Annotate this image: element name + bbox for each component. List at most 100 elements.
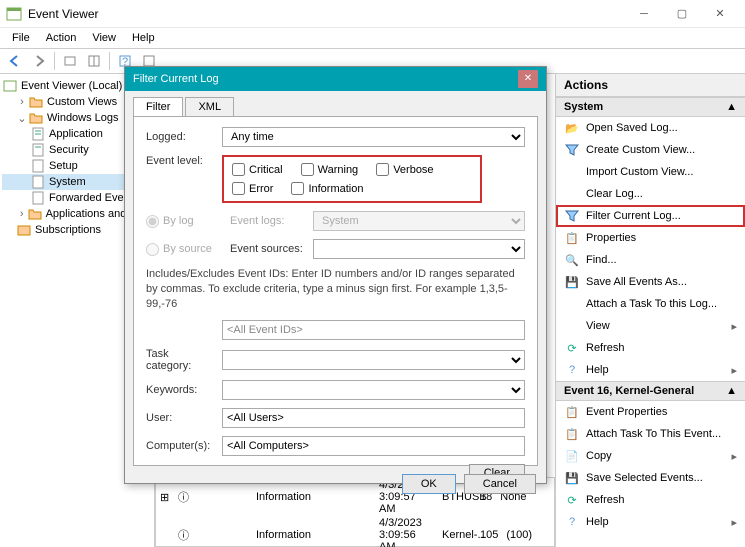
action-properties[interactable]: 📋Properties [556, 227, 745, 249]
action-help-2[interactable]: ?Help▸ [556, 511, 745, 533]
minimize-button[interactable]: ─ [625, 1, 663, 27]
dialog-title: Filter Current Log [133, 73, 219, 85]
log-icon [30, 175, 46, 189]
event-level-label: Event level: [146, 155, 214, 167]
help-icon: ? [564, 514, 580, 530]
task-icon [564, 296, 580, 312]
menubar: File Action View Help [0, 28, 745, 48]
action-refresh[interactable]: ⟳Refresh [556, 337, 745, 359]
eventviewer-icon [2, 79, 18, 93]
forward-button[interactable] [28, 50, 50, 72]
actions-pane: Actions System ▲ 📂Open Saved Log... Crea… [555, 74, 745, 547]
keywords-label: Keywords: [146, 384, 214, 396]
save-icon: 💾 [564, 470, 580, 486]
user-input[interactable] [222, 408, 525, 428]
ok-button[interactable]: OK [402, 474, 456, 494]
tab-xml[interactable]: XML [185, 97, 234, 116]
event-row[interactable]: ⓘ Information 4/3/2023 3:09:56 AM Kernel… [156, 516, 554, 547]
help-icon: ? [564, 362, 580, 378]
filter-icon [564, 208, 580, 224]
menu-action[interactable]: Action [38, 30, 85, 46]
toolbar-icon-2[interactable] [83, 50, 105, 72]
collapse-icon[interactable]: ▲ [726, 385, 737, 397]
actions-group-event[interactable]: Event 16, Kernel-General ▲ [556, 381, 745, 401]
arrow-right-icon: ▸ [731, 450, 737, 463]
action-attach-event-task[interactable]: 📋Attach Task To This Event... [556, 423, 745, 445]
critical-checkbox[interactable]: Critical [232, 163, 283, 176]
information-checkbox[interactable]: Information [291, 182, 363, 195]
event-level-box: Critical Warning Verbose Error Informati… [222, 155, 482, 203]
menu-help[interactable]: Help [124, 30, 163, 46]
collapse-icon[interactable]: ▲ [726, 101, 737, 113]
event-logs-select: System [313, 211, 525, 231]
event-ids-input[interactable] [222, 320, 525, 340]
folder-icon [28, 95, 44, 109]
action-view[interactable]: View▸ [556, 315, 745, 337]
user-label: User: [146, 412, 214, 424]
cancel-button[interactable]: Cancel [464, 474, 536, 494]
warning-checkbox[interactable]: Warning [301, 163, 359, 176]
action-filter-log[interactable]: Filter Current Log... [556, 205, 745, 227]
by-log-radio: By log [146, 215, 214, 228]
clear-icon [564, 186, 580, 202]
action-open-saved[interactable]: 📂Open Saved Log... [556, 117, 745, 139]
error-checkbox[interactable]: Error [232, 182, 273, 195]
event-ids-hint: Includes/Excludes Event IDs: Enter ID nu… [146, 267, 525, 312]
arrow-right-icon: ▸ [731, 516, 737, 529]
back-button[interactable] [4, 50, 26, 72]
action-save-selected[interactable]: 💾Save Selected Events... [556, 467, 745, 489]
menu-file[interactable]: File [4, 30, 38, 46]
actions-header: Actions [556, 74, 745, 97]
filter-dialog: Filter Current Log ✕ Filter XML Logged: … [124, 66, 547, 484]
folder-icon [27, 207, 42, 221]
logged-label: Logged: [146, 131, 214, 143]
collapse-icon[interactable]: ⌄ [16, 112, 28, 125]
actions-group-system[interactable]: System ▲ [556, 97, 745, 117]
action-clear-log[interactable]: Clear Log... [556, 183, 745, 205]
dialog-close-button[interactable]: ✕ [518, 70, 538, 88]
dialog-titlebar[interactable]: Filter Current Log ✕ [125, 67, 546, 91]
log-icon [30, 191, 46, 205]
action-create-view[interactable]: Create Custom View... [556, 139, 745, 161]
folder-open-icon: 📂 [564, 120, 580, 136]
subscriptions-icon [16, 223, 32, 237]
expand-icon[interactable]: › [16, 96, 28, 108]
view-icon [564, 318, 580, 334]
dialog-body: Logged: Any time Event level: Critical W… [133, 116, 538, 466]
menu-view[interactable]: View [84, 30, 124, 46]
expand-icon[interactable]: › [16, 208, 27, 220]
action-copy[interactable]: 📄Copy▸ [556, 445, 745, 467]
action-attach-task[interactable]: Attach a Task To this Log... [556, 293, 745, 315]
action-save-all[interactable]: 💾Save All Events As... [556, 271, 745, 293]
log-icon [30, 127, 46, 141]
task-icon: 📋 [564, 426, 580, 442]
filter-icon [564, 142, 580, 158]
action-event-properties[interactable]: 📋Event Properties [556, 401, 745, 423]
properties-icon: 📋 [564, 230, 580, 246]
window-title: Event Viewer [28, 7, 625, 21]
import-icon [564, 164, 580, 180]
logged-select[interactable]: Any time [222, 127, 525, 147]
keywords-select[interactable] [222, 380, 525, 400]
refresh-icon: ⟳ [564, 340, 580, 356]
tab-filter[interactable]: Filter [133, 97, 183, 116]
find-icon: 🔍 [564, 252, 580, 268]
properties-icon: 📋 [564, 404, 580, 420]
event-sources-label: Event sources: [230, 243, 305, 255]
computers-input[interactable] [222, 436, 525, 456]
action-import-view[interactable]: Import Custom View... [556, 161, 745, 183]
verbose-checkbox[interactable]: Verbose [376, 163, 433, 176]
action-find[interactable]: 🔍Find... [556, 249, 745, 271]
action-refresh-2[interactable]: ⟳Refresh [556, 489, 745, 511]
maximize-button[interactable]: ▢ [663, 1, 701, 27]
info-icon: ⓘ [178, 527, 248, 543]
event-sources-select[interactable] [313, 239, 525, 259]
dialog-tabs: Filter XML [125, 91, 546, 116]
folder-icon [28, 111, 44, 125]
action-help[interactable]: ?Help▸ [556, 359, 745, 381]
toolbar-icon-1[interactable] [59, 50, 81, 72]
refresh-icon: ⟳ [564, 492, 580, 508]
task-category-label: Task category: [146, 348, 214, 372]
task-category-select[interactable] [222, 350, 525, 370]
close-button[interactable]: ✕ [701, 1, 739, 27]
